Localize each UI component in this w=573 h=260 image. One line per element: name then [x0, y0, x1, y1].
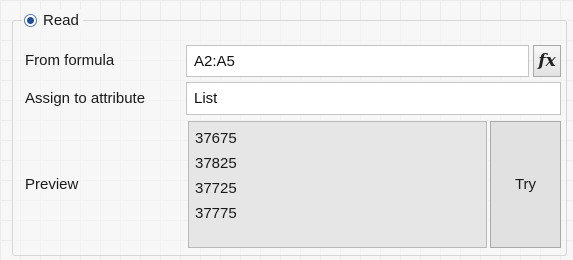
- assign-attribute-label: Assign to attribute: [25, 90, 146, 107]
- fx-icon: fx: [538, 51, 556, 71]
- preview-value: 37775: [195, 205, 237, 222]
- fx-button[interactable]: fx: [533, 45, 561, 77]
- radio-selected-dot: [27, 16, 34, 24]
- attribute-input[interactable]: [186, 82, 561, 115]
- read-option[interactable]: Read: [22, 9, 83, 31]
- read-option-label: Read: [43, 11, 79, 29]
- read-radio-button[interactable]: [24, 13, 37, 27]
- preview-value: 37675: [195, 130, 237, 147]
- formula-input[interactable]: [186, 45, 529, 77]
- from-formula-label: From formula: [25, 52, 115, 69]
- try-button[interactable]: Try: [490, 121, 561, 248]
- preview-label: Preview: [25, 176, 79, 193]
- preview-list: 37675 37825 37725 37775: [188, 121, 487, 248]
- preview-value: 37825: [195, 155, 237, 172]
- preview-value: 37725: [195, 180, 237, 197]
